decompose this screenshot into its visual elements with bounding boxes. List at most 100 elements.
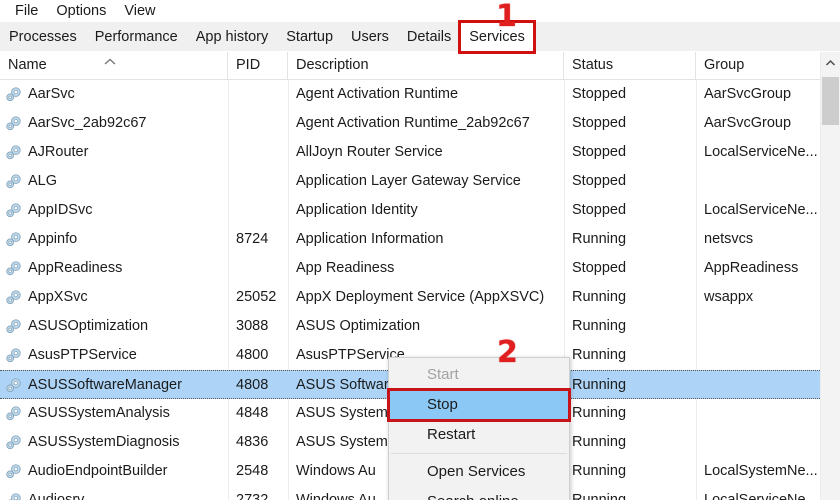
cell-name: ASUSOptimization xyxy=(28,318,149,334)
task-manager-window: File Options View Processes Performance … xyxy=(0,0,840,500)
cell-description: Agent Activation Runtime_2ab92c67 xyxy=(296,115,530,131)
cell-status: Stopped xyxy=(572,202,627,218)
cell-pid: 2732 xyxy=(236,492,269,500)
cell-group: AarSvcGroup xyxy=(704,115,792,131)
cell-name: AsusPTPService xyxy=(28,347,137,363)
menu-item-search-online[interactable]: Search online xyxy=(389,487,569,500)
cell-group xyxy=(696,312,820,341)
table-row[interactable]: ASUSOptimization 3088 ASUS Optimization Run… xyxy=(0,312,820,341)
cell-group: AppReadiness xyxy=(704,260,799,276)
cell-status: Running xyxy=(572,377,627,393)
cell-status: Stopped xyxy=(572,115,627,131)
menu-view[interactable]: View xyxy=(115,0,164,22)
cell-group xyxy=(696,167,820,196)
menu-bar: File Options View xyxy=(0,0,840,22)
cell-status: Running xyxy=(572,492,627,500)
table-row[interactable]: AppReadiness App Readiness Stopped AppReadi… xyxy=(0,254,820,283)
cell-name: Appinfo xyxy=(28,231,78,247)
cell-pid: 8724 xyxy=(236,231,269,247)
chevron-up-icon xyxy=(825,59,836,66)
tab-details[interactable]: Details xyxy=(397,22,461,52)
table-row[interactable]: AJRouter AllJoyn Router Service Stopped Loc… xyxy=(0,138,820,167)
annotation-number-2: 2 xyxy=(497,335,518,370)
cell-status: Stopped xyxy=(572,260,627,276)
tab-strip: Processes Performance App history Startu… xyxy=(0,20,840,54)
cell-group xyxy=(696,371,820,400)
cell-name: ASUSSoftwareManager xyxy=(28,377,182,393)
cell-description: App Readiness xyxy=(296,260,395,276)
tab-processes[interactable]: Processes xyxy=(0,22,86,52)
tab-performance[interactable]: Performance xyxy=(85,22,187,52)
cell-name: AppIDSvc xyxy=(28,202,93,218)
scrollbar-thumb[interactable] xyxy=(822,77,839,125)
cell-description: ASUS Optimization xyxy=(296,318,421,334)
cell-name: AarSvc_2ab92c67 xyxy=(28,115,147,131)
cell-group: AarSvcGroup xyxy=(704,86,792,102)
menu-item-stop[interactable]: Stop xyxy=(387,388,571,422)
cell-group: LocalSystemNe... xyxy=(704,463,818,479)
cell-description: Application Identity xyxy=(296,202,418,218)
column-header-group[interactable]: Group xyxy=(696,52,820,79)
tab-strip-filler xyxy=(533,22,840,52)
menu-separator xyxy=(391,453,567,454)
cell-status: Running xyxy=(572,434,627,450)
cell-name: AppReadiness xyxy=(28,260,123,276)
cell-group: wsappx xyxy=(704,289,754,305)
cell-status: Running xyxy=(572,231,627,247)
column-header-description[interactable]: Description xyxy=(288,52,564,79)
cell-name: AppXSvc xyxy=(28,289,88,305)
cell-description: Application Information xyxy=(296,231,444,247)
column-header-status[interactable]: Status xyxy=(564,52,696,79)
cell-pid xyxy=(228,80,288,109)
tab-app-history[interactable]: App history xyxy=(186,22,278,52)
cell-group: LocalServiceNe... xyxy=(704,492,818,500)
cell-status: Running xyxy=(572,347,627,363)
table-row[interactable]: AarSvc_2ab92c67 Agent Activation Runtime_… xyxy=(0,109,820,138)
cell-pid: 3088 xyxy=(236,318,269,334)
cell-status: Running xyxy=(572,463,627,479)
cell-pid: 4836 xyxy=(236,434,269,450)
cell-name: ASUSSystemAnalysis xyxy=(28,405,170,421)
cell-group xyxy=(696,399,820,428)
table-row[interactable]: AppIDSvc Application Identity Stopped Local… xyxy=(0,196,820,225)
cell-group: LocalServiceNe... xyxy=(704,144,818,160)
cell-status: Stopped xyxy=(572,144,627,160)
cell-pid: 25052 xyxy=(236,289,277,305)
annotation-number-1: 1 xyxy=(496,0,517,34)
menu-item-restart[interactable]: Restart xyxy=(389,420,569,450)
menu-file[interactable]: File xyxy=(6,0,47,22)
cell-pid: 4800 xyxy=(236,347,269,363)
cell-name: ALG xyxy=(28,173,58,189)
tab-users[interactable]: Users xyxy=(342,22,398,52)
cell-status: Running xyxy=(572,318,627,334)
table-row[interactable]: AppXSvc 25052 AppX Deployment Service (App… xyxy=(0,283,820,312)
chevron-up-icon xyxy=(104,58,116,65)
column-header-pid[interactable]: PID xyxy=(228,52,288,79)
table-row[interactable]: ALG Application Layer Gateway Service Stop… xyxy=(0,167,820,196)
cell-pid: 4808 xyxy=(236,377,269,393)
cell-group: LocalServiceNe... xyxy=(704,202,818,218)
menu-item-open-services[interactable]: Open Services xyxy=(389,457,569,487)
cell-group xyxy=(696,428,820,457)
tab-startup[interactable]: Startup xyxy=(277,22,343,52)
cell-description: AppX Deployment Service (AppXSVC) xyxy=(296,289,545,305)
cell-name: AarSvc xyxy=(28,86,75,102)
cell-status: Running xyxy=(572,405,627,421)
cell-pid xyxy=(228,196,288,225)
cell-pid xyxy=(228,254,288,283)
cell-status: Running xyxy=(572,289,627,305)
cell-group: netsvcs xyxy=(704,231,754,247)
vertical-scrollbar[interactable] xyxy=(820,52,840,500)
cell-status: Stopped xyxy=(572,173,627,189)
menu-item-start: Start xyxy=(427,366,459,383)
cell-name: AJRouter xyxy=(28,144,89,160)
cell-description: Application Layer Gateway Service xyxy=(296,173,521,189)
menu-options[interactable]: Options xyxy=(47,0,115,22)
cell-status: Stopped xyxy=(572,86,627,102)
cell-description: Agent Activation Runtime xyxy=(296,86,459,102)
cell-name: AudioEndpointBuilder xyxy=(28,463,168,479)
cell-description: AllJoyn Router Service xyxy=(296,144,443,160)
scroll-up-button[interactable] xyxy=(821,52,840,73)
table-row[interactable]: Appinfo 8724 Application Information Runnin… xyxy=(0,225,820,254)
table-row[interactable]: AarSvc Agent Activation Runtime Stopped Aar… xyxy=(0,80,820,109)
